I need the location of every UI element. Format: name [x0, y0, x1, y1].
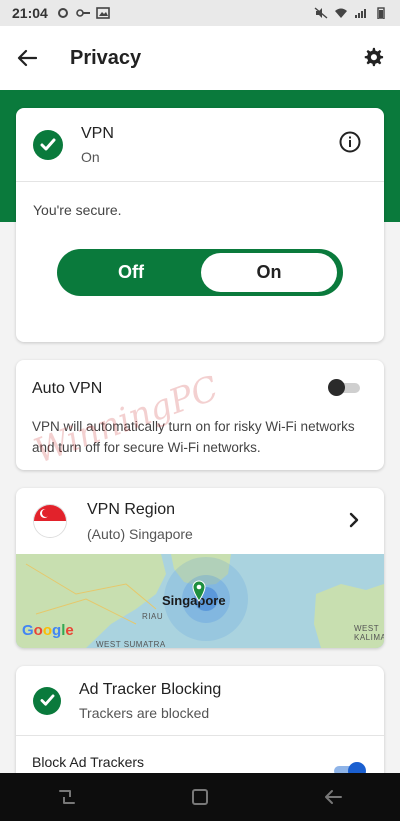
image-icon [96, 7, 110, 19]
vpn-region-row[interactable]: VPN Region (Auto) Singapore [16, 488, 384, 554]
ad-tracker-status: Trackers are blocked [79, 704, 210, 721]
vpn-region-title: VPN Region [87, 500, 176, 518]
settings-button[interactable] [358, 42, 388, 72]
check-circle-icon [33, 686, 61, 715]
back-nav-button[interactable] [313, 777, 353, 817]
back-nav-icon [325, 790, 343, 804]
home-icon [191, 789, 208, 805]
wifi-icon [335, 8, 347, 18]
status-bar: 21:04 [0, 0, 400, 26]
singapore-flag-icon [33, 504, 67, 538]
google-attribution: Google [22, 622, 74, 639]
auto-vpn-card: Auto VPN VPN will automatically turn on … [16, 360, 384, 470]
back-button[interactable] [0, 26, 54, 90]
auto-vpn-description: VPN will automatically turn on for risky… [32, 419, 355, 455]
home-button[interactable] [180, 777, 220, 817]
auto-vpn-switch[interactable] [328, 379, 360, 396]
vpn-card: VPN On You're secure. Off On [16, 108, 384, 342]
location-pin-icon [192, 580, 206, 602]
android-nav-bar [0, 773, 400, 821]
map-label-west-sumatra: WEST SUMATRA [96, 640, 166, 648]
vpn-status: On [81, 148, 100, 165]
block-ad-trackers-label: Block Ad Trackers [32, 754, 145, 770]
gear-icon [364, 47, 384, 67]
mute-icon [314, 7, 328, 19]
vpn-region-card: VPN Region (Auto) Singapore RIAU WEST SU… [16, 488, 384, 648]
ad-tracker-header: Ad Tracker Blocking Trackers are blocked [16, 666, 384, 736]
region-map: RIAU WEST SUMATRA WEST KALIMANT Singapor… [16, 554, 384, 648]
vpn-off-option[interactable]: Off [61, 262, 201, 283]
vpn-title: VPN [81, 124, 114, 142]
recents-button[interactable] [47, 777, 87, 817]
app-bar: Privacy [0, 26, 400, 90]
battery-icon [377, 7, 385, 19]
auto-vpn-title: Auto VPN [32, 380, 103, 397]
vpn-header: VPN On [16, 108, 384, 182]
arrow-left-icon [17, 49, 37, 67]
status-left-icons [56, 7, 110, 19]
chevron-right-icon [349, 512, 359, 528]
map-label-riau: RIAU [142, 612, 164, 621]
secure-status-text: You're secure. [33, 202, 122, 218]
vpn-on-option[interactable]: On [201, 253, 337, 292]
ad-tracker-title: Ad Tracker Blocking [79, 680, 222, 698]
recents-icon [58, 790, 75, 804]
vpn-toggle-segmented[interactable]: Off On [57, 249, 343, 296]
check-circle-icon [33, 129, 63, 160]
status-time: 21:04 [12, 5, 48, 21]
page-title: Privacy [70, 46, 142, 69]
signal-icon [355, 9, 366, 18]
gear-small-icon [57, 8, 68, 18]
key-icon [76, 9, 90, 17]
info-icon[interactable] [338, 130, 362, 154]
status-right-icons [314, 7, 388, 19]
map-label-west-kalimantan: WEST KALIMANT [354, 624, 384, 642]
vpn-region-value: (Auto) Singapore [87, 525, 193, 542]
